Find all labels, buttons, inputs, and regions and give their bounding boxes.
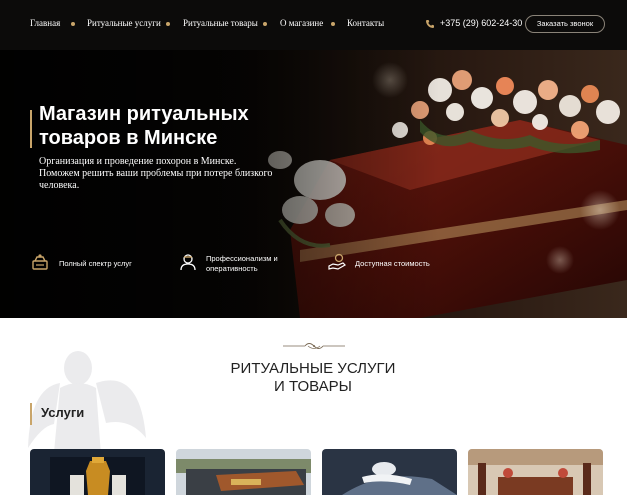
nav-separator-dot — [331, 22, 335, 26]
subheading-accent — [30, 403, 32, 425]
feature-full-services: Полный спектр услуг — [59, 259, 132, 268]
services-box-icon — [32, 254, 48, 270]
hand-coin-icon — [328, 253, 346, 270]
phone-icon — [426, 20, 434, 28]
service-card-farewell-hall[interactable] — [468, 449, 603, 495]
section-title-line2: И ТОВАРЫ — [274, 378, 352, 395]
feature-affordable-price: Доступная стоимость — [355, 259, 430, 268]
service-card-image — [322, 449, 457, 495]
service-card-urn[interactable] — [30, 449, 165, 495]
services-goods-section: РИТУАЛЬНЫЕ УСЛУГИ И ТОВАРЫ Услуги — [0, 318, 627, 495]
section-title-line1: РИТУАЛЬНЫЕ УСЛУГИ — [230, 360, 396, 377]
nav-item-about[interactable]: О магазине — [280, 18, 323, 28]
request-call-button[interactable]: Заказать звонок — [525, 15, 605, 33]
nav-item-ritual-goods[interactable]: Ритуальные товары — [183, 18, 258, 28]
service-card-image — [30, 449, 165, 495]
nav-item-contacts[interactable]: Контакты — [347, 18, 384, 28]
title-ornament — [283, 343, 345, 349]
nav-separator-dot — [166, 22, 170, 26]
feature-professionalism: Профессионализм и оперативность — [206, 254, 278, 273]
hero-title: Магазин ритуальных товаров в Минске — [39, 103, 249, 149]
nav-separator-dot — [71, 22, 75, 26]
section-title: РИТУАЛЬНЫЕ УСЛУГИ И ТОВАРЫ — [213, 360, 413, 396]
nav-separator-dot — [263, 22, 267, 26]
top-navbar: Главная Ритуальные услуги Ритуальные тов… — [0, 0, 627, 50]
hero-banner: Магазин ритуальных товаров в Минске Орга… — [0, 50, 627, 318]
hero-subtitle: Организация и проведение похорон в Минск… — [39, 156, 273, 191]
service-card-hearse[interactable] — [176, 449, 311, 495]
service-card-image — [176, 449, 311, 495]
services-subheading: Услуги — [41, 405, 85, 420]
service-card-image — [468, 449, 603, 495]
service-card-sanitary[interactable] — [322, 449, 457, 495]
nav-item-home[interactable]: Главная — [30, 18, 60, 28]
phone-number[interactable]: +375 (29) 602-24-30 — [440, 18, 522, 28]
hero-title-accent — [30, 110, 32, 148]
professional-person-icon — [180, 254, 196, 271]
nav-item-ritual-services[interactable]: Ритуальные услуги — [87, 18, 161, 28]
